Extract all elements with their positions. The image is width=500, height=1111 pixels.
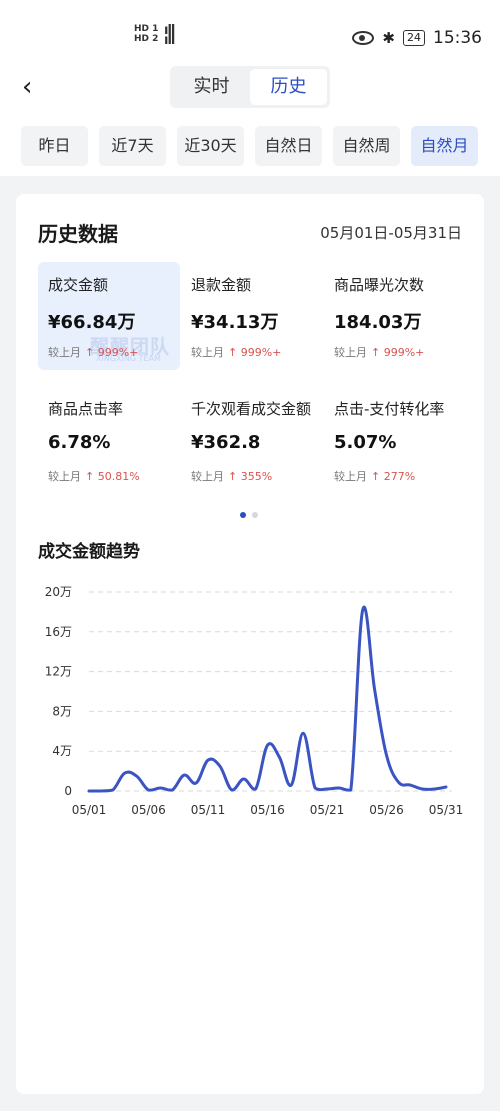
x-tick-label: 05/31: [429, 803, 464, 817]
metric-label: 商品点击率: [48, 400, 124, 418]
metric-gpm[interactable]: 千次观看成交金额 ¥362.8 较上月 ↑ 355%: [181, 386, 323, 494]
metric-compare: 较上月 ↑ 999%+: [191, 346, 282, 359]
metric-conversion[interactable]: 点击-支付转化率 5.07% 较上月 ↑ 277%: [324, 386, 466, 494]
page-dot-active: [240, 512, 246, 518]
history-data-card: 历史数据 05月01日-05月31日 醒醒团队 XINGXING TEAM 成交…: [16, 194, 484, 1094]
x-tick-label: 05/01: [72, 803, 107, 817]
metric-value: ¥66.84万: [48, 312, 136, 333]
metric-compare: 较上月 ↑ 355%: [191, 470, 273, 483]
tab-switcher: 实时 历史: [170, 66, 330, 108]
signal-indicator: HD 1 HD 2 ıll ıll: [134, 23, 175, 48]
filter-last-30-days[interactable]: 近30天: [177, 126, 244, 166]
page-indicator: [240, 512, 258, 518]
y-tick-label: 8万: [52, 704, 72, 718]
gmv-trend-chart: 0 4万 8万 12万 16万 20万 05/01 05/06 05/11 05/16 05/21…: [45, 585, 464, 817]
series-line: [87, 605, 448, 793]
metric-value: 6.78%: [48, 432, 111, 453]
x-tick-label: 05/26: [369, 803, 404, 817]
y-tick-label: 12万: [45, 665, 72, 679]
metric-impressions[interactable]: 商品曝光次数 184.03万 较上月 ↑ 999%+: [324, 262, 466, 370]
metric-label: 商品曝光次数: [334, 276, 425, 294]
metric-compare: 较上月 ↑ 50.81%: [48, 470, 140, 483]
y-tick-label: 16万: [45, 625, 72, 639]
battery-icon: 24: [403, 30, 425, 46]
x-tick-label: 05/06: [131, 803, 166, 817]
metric-label: 点击-支付转化率: [334, 400, 445, 418]
metric-value: ¥362.8: [191, 432, 261, 453]
eye-comfort-icon: [352, 31, 375, 45]
signal-bars-icon: ıll ıll: [164, 23, 175, 48]
date-range[interactable]: 05月01日-05月31日: [320, 222, 462, 243]
tab-history[interactable]: 历史: [250, 69, 327, 105]
chevron-left-icon[interactable]: ‹: [22, 72, 52, 102]
metric-value: ¥34.13万: [191, 312, 279, 333]
metric-gmv[interactable]: 醒醒团队 XINGXING TEAM 成交金额 ¥66.84万 较上月 ↑ 999…: [38, 262, 180, 370]
metric-compare: 较上月 ↑ 999%+: [48, 346, 139, 359]
tab-realtime[interactable]: 实时: [173, 69, 250, 105]
metric-label: 成交金额: [48, 276, 109, 294]
metric-ctr[interactable]: 商品点击率 6.78% 较上月 ↑ 50.81%: [38, 386, 180, 494]
y-tick-label: 0: [64, 784, 72, 798]
y-tick-label: 20万: [45, 585, 72, 599]
metric-value: 5.07%: [334, 432, 397, 453]
period-filter-bar: 昨日 近7天 近30天 自然日 自然周 自然月: [0, 116, 500, 176]
bluetooth-icon: ✱: [382, 29, 395, 47]
filter-natural-day[interactable]: 自然日: [255, 126, 322, 166]
x-tick-label: 05/16: [250, 803, 285, 817]
y-tick-label: 4万: [52, 744, 72, 758]
filter-yesterday[interactable]: 昨日: [21, 126, 88, 166]
status-time: 15:36: [433, 28, 482, 48]
header: ‹ 实时 历史: [0, 60, 500, 116]
page-dot: [252, 512, 258, 518]
card-title: 历史数据: [38, 222, 118, 246]
filter-natural-month[interactable]: 自然月: [411, 126, 478, 166]
metric-refund[interactable]: 退款金额 ¥34.13万 较上月 ↑ 999%+: [181, 262, 323, 370]
metric-value: 184.03万: [334, 312, 422, 333]
metric-label: 千次观看成交金额: [191, 400, 312, 418]
trend-title: 成交金额趋势: [38, 542, 140, 562]
metric-compare: 较上月 ↑ 277%: [334, 470, 416, 483]
filter-last-7-days[interactable]: 近7天: [99, 126, 166, 166]
x-tick-label: 05/21: [310, 803, 345, 817]
x-tick-label: 05/11: [191, 803, 226, 817]
filter-natural-week[interactable]: 自然周: [333, 126, 400, 166]
metric-label: 退款金额: [191, 276, 252, 294]
metric-compare: 较上月 ↑ 999%+: [334, 346, 425, 359]
